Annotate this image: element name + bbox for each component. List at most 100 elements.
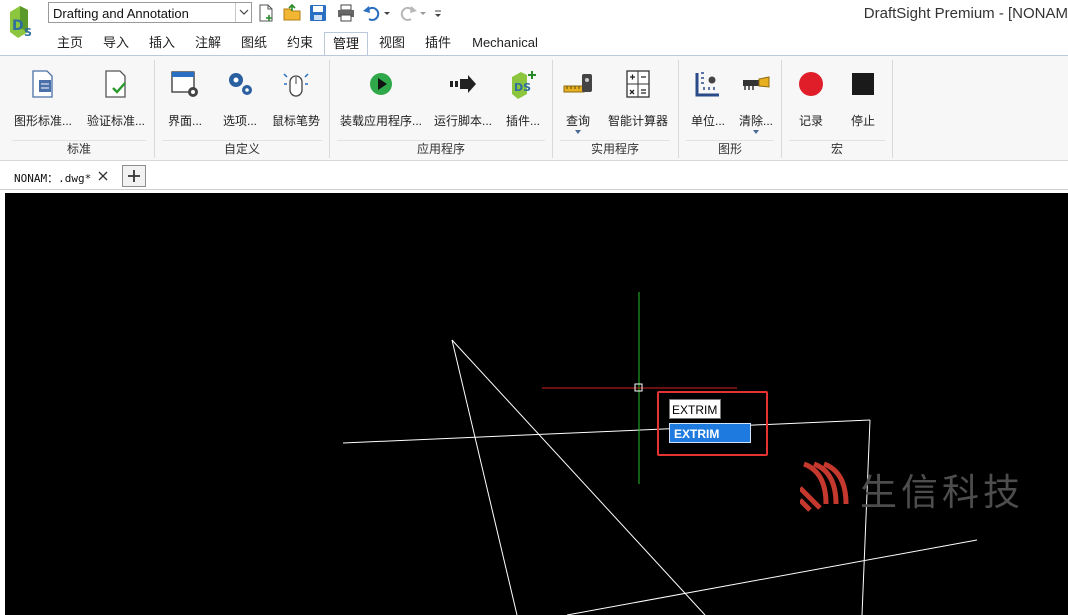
check-standards-button[interactable]: 验证标准... [84,64,148,136]
chevron-down-icon [239,9,249,15]
lower-diagonal-line[interactable] [566,539,978,615]
inquiry-button[interactable]: 查询 [558,64,598,136]
smart-calculator-label: 智能计算器 [607,114,668,128]
svg-text:DS: DS [514,81,531,94]
watermark: 生信科技 [798,458,1062,514]
load-application-label: 装载应用程序... [339,114,422,128]
units-label: 单位... [690,114,725,128]
tab-sheet[interactable]: 图纸 [232,32,276,56]
tab-manage[interactable]: 管理 [324,32,368,56]
window-title: DraftSight Premium - [NONAM [863,5,1068,22]
purge-dropdown-arrow[interactable] [753,130,759,134]
load-application-button[interactable]: 装载应用程序... [337,64,425,136]
save-icon[interactable] [308,3,328,23]
triangle-right-edge[interactable] [451,339,706,615]
tab-import[interactable]: 导入 [94,32,138,56]
tab-add-ins[interactable]: 插件 [416,32,460,56]
tab-annotate[interactable]: 注解 [186,32,230,56]
record-label: 记录 [798,114,823,128]
redo-dropdown-icon[interactable] [418,3,428,23]
drawing-standards-icon [32,70,53,98]
tab-constraints[interactable]: 约束 [278,32,322,56]
check-standards-icon [105,70,126,98]
units-icon [695,72,719,97]
group-utilities-title: 实用程序 [590,142,639,156]
options-button[interactable]: 选项... [214,64,266,136]
options-gears-icon [229,73,252,95]
workspace-value: Drafting and Annotation [53,6,189,21]
inquiry-label: 查询 [565,114,590,128]
group-macro-title: 宏 [830,142,843,156]
tab-mechanical[interactable]: Mechanical [464,32,546,56]
watermark-text: 生信科技 [860,471,1024,514]
smart-calculator-icon [626,70,650,98]
add-ins-icon: DS [512,71,536,99]
group-standards-title: 标准 [66,142,91,156]
run-script-button[interactable]: 运行脚本... [431,64,495,136]
tab-insert[interactable]: 插入 [140,32,184,56]
add-ins-label: 插件... [505,114,540,128]
horizontal-line[interactable] [342,419,871,444]
right-vertical-line[interactable] [861,419,871,615]
record-icon [799,72,823,96]
command-input-text: EXTRIM [672,403,718,417]
group-customize: 界面... 选项... 鼠标笔势 自定义 [156,56,328,160]
workspace-select[interactable]: Drafting and Annotation [48,2,252,23]
add-ins-button[interactable]: DS 插件... [499,64,547,136]
run-script-label: 运行脚本... [433,114,492,128]
redo-icon[interactable] [398,3,418,23]
triangle-left-edge[interactable] [451,339,518,615]
units-button[interactable]: 单位... [684,64,732,136]
smart-calculator-button[interactable]: 智能计算器 [604,64,672,136]
new-document-tab-button[interactable] [122,165,146,187]
interface-label: 界面... [167,114,202,128]
command-suggestion-text: EXTRIM [674,427,720,441]
inquiry-dropdown-arrow[interactable] [575,130,581,134]
tab-home[interactable]: 主页 [48,32,92,56]
stop-macro-button[interactable]: 停止 [841,64,885,136]
close-icon[interactable] [96,169,110,183]
run-script-icon [450,75,476,93]
record-macro-button[interactable]: 记录 [789,64,833,136]
print-icon[interactable] [336,3,356,23]
group-customize-title: 自定义 [223,142,260,156]
group-separator [678,60,679,158]
new-file-icon[interactable] [256,3,276,23]
check-standards-label: 验证标准... [86,114,145,128]
ribbon-tab-bar: 主页 导入 插入 注解 图纸 约束 管理 视图 插件 Mechanical [0,30,1068,56]
mouse-gesture-icon [283,73,309,97]
drawing-geometry [342,292,978,615]
open-folder-icon[interactable] [282,3,302,23]
ribbon-panel: 图形标准... 验证标准... 标准 界面... 选项... 鼠标笔势 自定义 … [0,55,1068,161]
inquiry-measure-icon [563,74,592,93]
document-tab-name: NONAM：.dwg* [14,172,92,185]
load-application-icon [370,73,392,95]
command-input[interactable]: EXTRIM [669,399,721,419]
group-separator [781,60,782,158]
command-suggestion[interactable]: EXTRIM [669,423,751,443]
interface-button[interactable]: 界面... [160,64,210,136]
workspace-dropdown-button[interactable] [235,3,251,22]
stop-icon [852,73,874,95]
undo-icon[interactable] [362,3,382,23]
drawing-standards-label: 图形标准... [13,114,72,128]
group-drawing: 单位... 清除... 图形 [680,56,780,160]
group-applications: 装载应用程序... 运行脚本... DS 插件... 应用程序 [331,56,551,160]
options-label: 选项... [222,114,257,128]
group-separator [892,60,893,158]
drawing-standards-button[interactable]: 图形标准... [12,64,74,136]
purge-button[interactable]: 清除... [734,64,778,136]
purge-label: 清除... [738,114,773,128]
group-separator [329,60,330,158]
group-standards: 图形标准... 验证标准... 标准 [6,56,152,160]
group-utilities: 查询 智能计算器 实用程序 [554,56,676,160]
watermark-logo-icon [798,461,849,512]
tab-view[interactable]: 视图 [370,32,414,56]
mouse-gesture-button[interactable]: 鼠标笔势 [268,64,324,136]
undo-dropdown-icon[interactable] [382,3,392,23]
purge-icon [743,76,770,90]
customize-toolbar-icon[interactable] [432,3,444,23]
drawing-canvas[interactable] [5,193,1068,615]
group-macro: 记录 停止 宏 [783,56,891,160]
stop-label: 停止 [850,114,875,128]
